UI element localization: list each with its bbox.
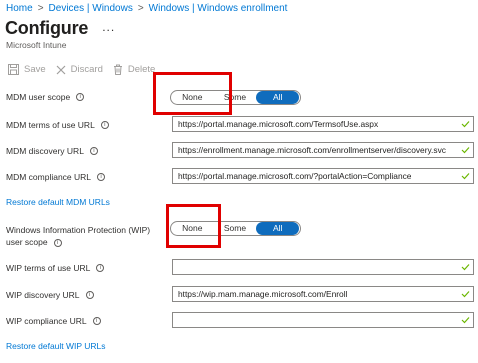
chevron-right-icon: >	[37, 3, 44, 14]
restore-wip-urls-link[interactable]: Restore default WIP URLs	[6, 341, 106, 351]
wip-compliance-label: WIP compliance URL i	[6, 316, 101, 326]
discard-label: Discard	[70, 64, 103, 75]
mdm-compliance-label: MDM compliance URL i	[6, 172, 106, 182]
breadcrumb: Home > Devices | Windows > Windows | Win…	[6, 3, 287, 14]
wip-discovery-label: WIP discovery URL i	[6, 290, 94, 300]
close-icon	[56, 65, 66, 74]
info-icon[interactable]: i	[53, 238, 62, 247]
mdm-user-scope-label: MDM user scope i	[6, 92, 85, 102]
save-button[interactable]: Save	[8, 64, 46, 75]
discard-button[interactable]: Discard	[56, 64, 103, 75]
mdm-terms-label: MDM terms of use URL i	[6, 120, 109, 130]
check-icon	[461, 264, 470, 271]
check-icon	[461, 121, 470, 128]
toolbar: Save Discard Delete	[8, 64, 165, 75]
trash-icon	[113, 64, 122, 75]
restore-mdm-urls-link[interactable]: Restore default MDM URLs	[6, 197, 110, 207]
info-icon[interactable]: i	[92, 317, 101, 325]
mdm-compliance-url-input[interactable]: https://portal.manage.microsoft.com/?por…	[172, 168, 474, 184]
check-icon	[461, 291, 470, 298]
save-label: Save	[24, 64, 46, 75]
breadcrumb-windows-enrollment[interactable]: Windows | Windows enrollment	[149, 3, 288, 14]
wip-compliance-url-input[interactable]	[172, 312, 474, 328]
breadcrumb-devices-windows[interactable]: Devices | Windows	[49, 3, 133, 14]
mdm-discovery-url-input[interactable]: https://enrollment.manage.microsoft.com/…	[172, 142, 474, 158]
wip-scope-all[interactable]: All	[256, 222, 300, 235]
check-icon	[461, 173, 470, 180]
save-icon	[8, 64, 19, 75]
check-icon	[461, 317, 470, 324]
mdm-scope-all[interactable]: All	[256, 91, 300, 104]
wip-discovery-url-input[interactable]: https://wip.mam.manage.microsoft.com/Enr…	[172, 286, 474, 302]
mdm-discovery-label: MDM discovery URL i	[6, 146, 98, 156]
info-icon[interactable]: i	[96, 264, 105, 272]
wip-terms-url-input[interactable]	[172, 259, 474, 275]
info-icon[interactable]: i	[85, 291, 94, 299]
info-icon[interactable]: i	[76, 93, 85, 101]
check-icon	[461, 147, 470, 154]
delete-button[interactable]: Delete	[113, 64, 155, 75]
more-options-button[interactable]: ...	[102, 20, 115, 34]
mdm-terms-url-input[interactable]: https://portal.manage.microsoft.com/Term…	[172, 116, 474, 132]
info-icon[interactable]: i	[97, 173, 106, 181]
page-title: Configure	[5, 18, 89, 38]
info-icon[interactable]: i	[89, 147, 98, 155]
page-subtitle: Microsoft Intune	[6, 40, 67, 50]
title-row: Configure ...	[5, 18, 115, 39]
breadcrumb-home[interactable]: Home	[6, 3, 33, 14]
highlight-box-wip-none	[166, 204, 221, 248]
chevron-right-icon: >	[137, 3, 144, 14]
delete-label: Delete	[127, 64, 156, 75]
info-icon[interactable]: i	[100, 121, 109, 129]
wip-terms-label: WIP terms of use URL i	[6, 263, 105, 273]
wip-user-scope-label: Windows Information Protection (WIP) use…	[6, 225, 151, 247]
highlight-box-mdm-none	[153, 72, 232, 115]
